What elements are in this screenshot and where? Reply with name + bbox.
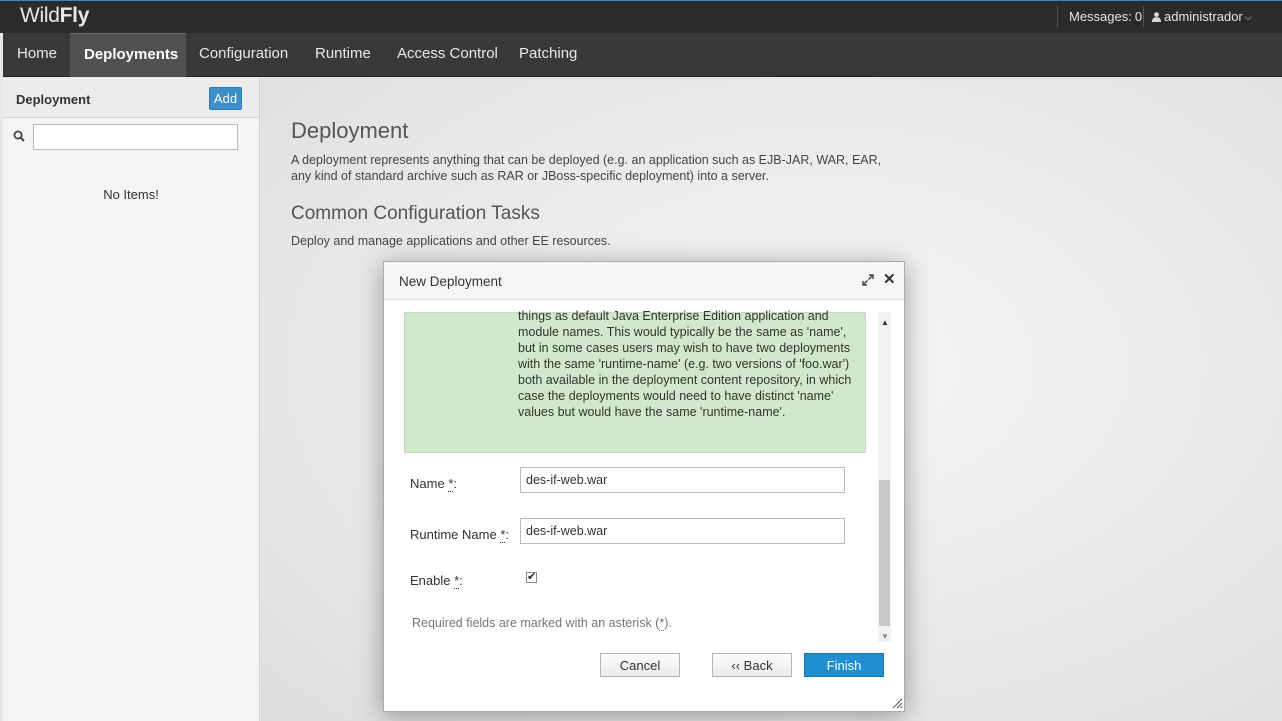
name-field[interactable] (520, 467, 845, 493)
page-description: A deployment represents anything that ca… (291, 153, 882, 183)
enable-label: Enable *: (410, 573, 463, 589)
sidebar-title: Deployment (16, 92, 91, 107)
resize-handle-icon[interactable] (891, 697, 903, 709)
messages-link[interactable]: Messages: 0 (1069, 9, 1142, 24)
empty-list-message: No Items! (103, 187, 159, 202)
required-marker: * (500, 527, 506, 543)
help-text: things as default Java Enterprise Editio… (518, 309, 852, 419)
check-icon: ✔ (527, 571, 537, 583)
brand-bold: Fly (59, 4, 90, 27)
runtime-name-label: Runtime Name *: (410, 527, 510, 543)
name-label: Name *: (410, 476, 457, 492)
dialog-header: New Deployment ✕ (384, 262, 904, 300)
main-nav: Home Deployments Configuration Runtime A… (3, 33, 1282, 77)
page-title: Deployment (291, 118, 409, 143)
chevron-down-icon: ⌵ (1244, 12, 1252, 22)
user-name: administrador (1164, 9, 1243, 24)
search-input[interactable] (33, 124, 238, 150)
nav-home[interactable]: Home (3, 33, 71, 77)
nav-access-control[interactable]: Access Control (383, 33, 512, 77)
enable-label-text: Enable (410, 573, 451, 588)
nav-patching[interactable]: Patching (505, 33, 591, 77)
sidebar: Deployment Add No Items! (3, 78, 260, 721)
user-menu[interactable]: administrador ⌵ (1152, 9, 1252, 24)
nav-deployments[interactable]: Deployments (70, 33, 186, 77)
divider (1143, 6, 1144, 27)
brand-logo[interactable]: WildFly (20, 4, 89, 28)
runtime-name-label-text: Runtime Name (410, 527, 497, 542)
dialog-scrollbar[interactable]: ▲ ▼ (878, 312, 891, 642)
tasks-description: Deploy and manage applications and other… (291, 234, 611, 248)
enable-checkbox[interactable]: ✔ (526, 571, 537, 583)
top-bar: WildFly Messages: 0 administrador ⌵ (0, 0, 1282, 33)
nav-configuration[interactable]: Configuration (185, 33, 302, 77)
add-button[interactable]: Add (209, 87, 242, 110)
required-note-prefix: Required fields are marked with an aster… (412, 616, 660, 630)
scrollbar-thumb[interactable] (879, 480, 890, 626)
messages-count: 0 (1134, 9, 1143, 24)
runtime-name-field[interactable] (520, 518, 845, 544)
required-marker: * (448, 476, 454, 492)
required-marker: * (454, 573, 460, 589)
new-deployment-dialog: New Deployment ✕ things as default Java … (383, 261, 905, 712)
help-panel: things as default Java Enterprise Editio… (404, 309, 866, 453)
cancel-button[interactable]: Cancel (600, 653, 680, 677)
divider (1057, 6, 1058, 27)
required-note: Required fields are marked with an aster… (412, 616, 672, 631)
user-icon (1152, 12, 1161, 22)
sidebar-header: Deployment Add (3, 78, 259, 118)
close-icon[interactable]: ✕ (883, 272, 896, 287)
nav-runtime[interactable]: Runtime (301, 33, 385, 77)
dialog-body: things as default Java Enterprise Editio… (384, 300, 892, 642)
expand-icon[interactable] (862, 274, 874, 286)
back-button[interactable]: ‹‹ Back (712, 653, 792, 677)
dialog-title: New Deployment (399, 274, 502, 289)
scroll-up-icon[interactable]: ▲ (881, 318, 889, 327)
finish-button[interactable]: Finish (804, 653, 884, 677)
name-label-text: Name (410, 476, 445, 491)
required-note-suffix: ). (664, 616, 672, 630)
scroll-down-icon[interactable]: ▼ (881, 632, 889, 641)
tasks-title: Common Configuration Tasks (291, 203, 540, 224)
messages-label: Messages: (1069, 9, 1132, 24)
search-icon (13, 130, 25, 142)
brand-light: Wild (20, 4, 60, 27)
